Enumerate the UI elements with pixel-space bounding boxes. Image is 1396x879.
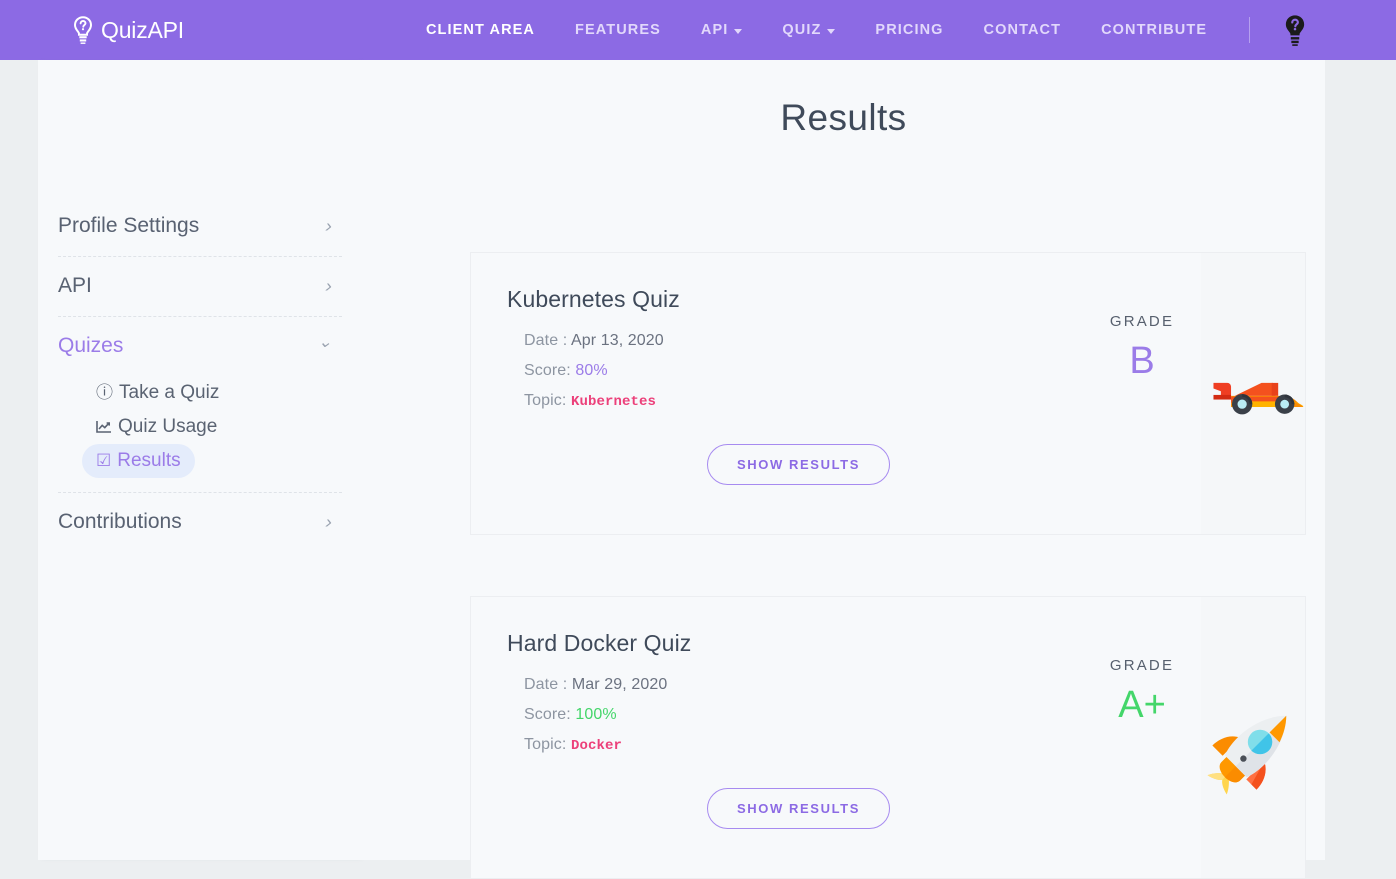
sidebar-subitem-label: Take a Quiz xyxy=(119,382,220,403)
chevron-down-icon xyxy=(318,338,332,354)
page-title: Results xyxy=(780,97,907,138)
result-card-info: Kubernetes Quiz Date : Apr 13, 2020 Scor… xyxy=(471,253,1083,534)
show-results-button[interactable]: SHOW RESULTS xyxy=(707,788,890,829)
date-prefix-label: Date : xyxy=(524,332,568,349)
nav-link-label: PRICING xyxy=(875,22,944,38)
question-circle-icon: ⓘ xyxy=(96,383,113,403)
show-results-wrap: SHOW RESULTS xyxy=(507,444,1083,485)
quiz-date-row: Date : Mar 29, 2020 xyxy=(524,676,1083,694)
quiz-topic-value: Kubernetes xyxy=(570,394,656,410)
nav-links: CLIENT AREA FEATURES API QUIZ PRICING CO… xyxy=(406,14,1308,46)
quiz-meta: Date : Mar 29, 2020 Score: 100% Topic: D… xyxy=(507,676,1083,754)
sidebar-subitem-label: Results xyxy=(117,449,181,471)
sidebar-item-quiz-usage[interactable]: Quiz Usage xyxy=(82,410,231,444)
nav-link-label: QUIZ xyxy=(782,22,822,38)
sidebar-subitems: ⓘ Take a Quiz Quiz Usage ☑ Results xyxy=(58,376,342,492)
quiz-date-value: Mar 29, 2020 xyxy=(571,676,668,693)
page-body: Profile Settings API Quizes xyxy=(0,60,1396,879)
check-square-icon: ☑ xyxy=(96,451,112,471)
quiz-title: Hard Docker Quiz xyxy=(507,630,692,656)
nav-link-pricing[interactable]: PRICING xyxy=(855,22,963,38)
sidebar-group-quizes: Quizes ⓘ Take a Quiz xyxy=(58,317,342,493)
show-results-wrap: SHOW RESULTS xyxy=(507,788,1083,829)
sidebar-subitem-label: Quiz Usage xyxy=(118,415,218,437)
grade-block: GRADE B xyxy=(1083,253,1201,534)
quiz-score-value: 100% xyxy=(575,706,617,723)
chevron-right-icon xyxy=(325,513,332,531)
result-card-info: Hard Docker Quiz Date : Mar 29, 2020 Sco… xyxy=(471,597,1083,878)
lightbulb-question-dark-icon[interactable] xyxy=(1282,14,1308,46)
topic-prefix-label: Topic: xyxy=(524,392,567,409)
sidebar-item-contributions[interactable]: Contributions xyxy=(58,493,342,552)
nav-link-client-area[interactable]: CLIENT AREA xyxy=(406,22,555,38)
quiz-topic-row: Topic: Kubernetes xyxy=(524,392,1083,410)
nav-link-label: CONTRIBUTE xyxy=(1101,22,1208,38)
sidebar-item-label: Profile Settings xyxy=(58,214,200,237)
quiz-score-row: Score: 100% xyxy=(524,706,1083,724)
sidebar-group-contributions: Contributions xyxy=(58,493,342,552)
race-car-illustration xyxy=(1201,253,1305,534)
top-navbar: QuizAPI CLIENT AREA FEATURES API QUIZ PR… xyxy=(0,0,1396,60)
main-content: Results Kubernetes Quiz Date : Apr 13, 2… xyxy=(362,60,1325,879)
brand-name: QuizAPI xyxy=(101,16,184,43)
nav-link-contribute[interactable]: CONTRIBUTE xyxy=(1081,22,1227,38)
grade-label: GRADE xyxy=(1109,313,1175,330)
chevron-down-icon xyxy=(734,28,743,34)
nav-link-label: FEATURES xyxy=(575,22,661,38)
quiz-date-row: Date : Apr 13, 2020 xyxy=(524,332,1083,350)
nav-link-features[interactable]: FEATURES xyxy=(555,22,681,38)
brand-logo[interactable]: QuizAPI xyxy=(72,16,184,44)
sidebar-item-results[interactable]: ☑ Results xyxy=(82,443,195,478)
topic-prefix-label: Topic: xyxy=(524,736,567,753)
show-results-button[interactable]: SHOW RESULTS xyxy=(707,444,890,485)
sidebar-item-label: Contributions xyxy=(58,509,182,533)
nav-link-contact[interactable]: CONTACT xyxy=(964,22,1082,38)
sidebar: Profile Settings API Quizes xyxy=(38,60,362,860)
sidebar-item-quizes[interactable]: Quizes xyxy=(58,317,342,376)
score-prefix-label: Score: xyxy=(524,362,571,379)
nav-divider xyxy=(1249,17,1251,43)
sidebar-item-take-a-quiz[interactable]: ⓘ Take a Quiz xyxy=(82,376,233,410)
nav-link-quiz[interactable]: QUIZ xyxy=(762,22,855,38)
sidebar-group-profile-settings: Profile Settings xyxy=(58,197,342,257)
quiz-meta: Date : Apr 13, 2020 Score: 80% Topic: Ku… xyxy=(507,332,1083,410)
chevron-down-icon xyxy=(827,28,836,34)
nav-link-api[interactable]: API xyxy=(681,22,762,38)
nav-link-label: API xyxy=(700,22,729,38)
grade-value: B xyxy=(1129,340,1155,382)
chevron-right-icon xyxy=(325,277,332,295)
sidebar-item-api[interactable]: API xyxy=(58,257,342,316)
sidebar-item-label: Quizes xyxy=(58,334,124,357)
result-card: Kubernetes Quiz Date : Apr 13, 2020 Scor… xyxy=(470,252,1306,535)
quiz-date-value: Apr 13, 2020 xyxy=(570,332,664,349)
rocket-illustration xyxy=(1201,597,1305,878)
quiz-score-row: Score: 80% xyxy=(524,362,1083,380)
sidebar-item-profile-settings[interactable]: Profile Settings xyxy=(58,197,342,256)
grade-block: GRADE A+ xyxy=(1083,597,1201,878)
score-prefix-label: Score: xyxy=(524,706,571,723)
quiz-score-value: 80% xyxy=(575,362,608,379)
date-prefix-label: Date : xyxy=(524,676,568,693)
chevron-right-icon xyxy=(325,217,332,235)
nav-link-label: CONTACT xyxy=(983,22,1062,38)
lightbulb-question-icon xyxy=(72,16,94,44)
grade-value: A+ xyxy=(1118,684,1166,726)
sidebar-menu: Profile Settings API Quizes xyxy=(38,60,362,552)
chart-line-icon xyxy=(96,420,112,434)
quiz-topic-value: Docker xyxy=(570,738,622,754)
nav-link-label: CLIENT AREA xyxy=(425,22,536,38)
sidebar-item-label: API xyxy=(58,274,92,297)
quiz-title: Kubernetes Quiz xyxy=(507,286,680,312)
grade-label: GRADE xyxy=(1109,657,1175,674)
sidebar-group-api: API xyxy=(58,257,342,317)
quiz-topic-row: Topic: Docker xyxy=(524,736,1083,754)
result-card: Hard Docker Quiz Date : Mar 29, 2020 Sco… xyxy=(470,596,1306,879)
